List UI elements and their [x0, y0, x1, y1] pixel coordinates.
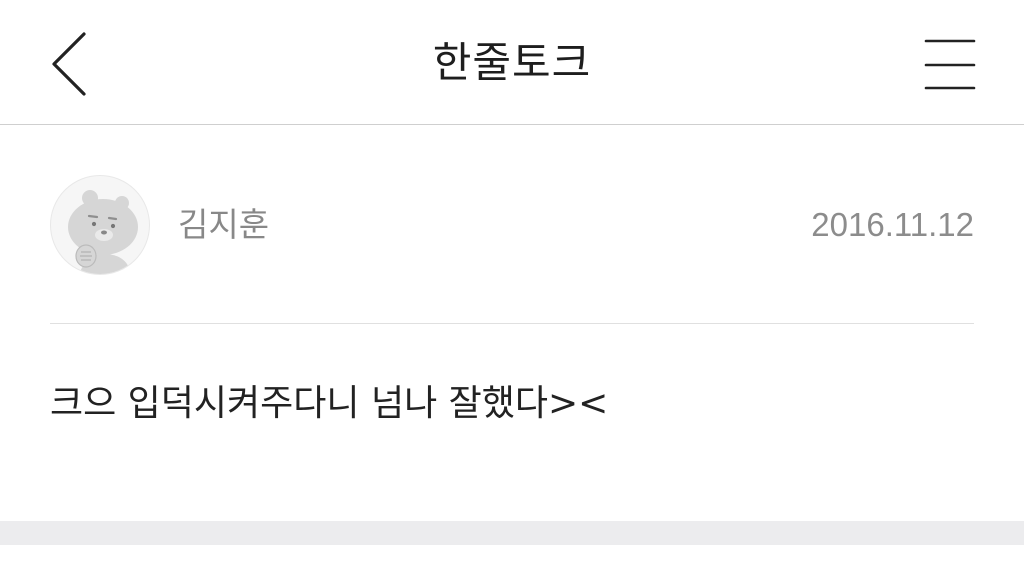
section-separator [0, 521, 1024, 545]
post-meta: 김지훈 2016.11.12 [50, 175, 974, 275]
divider [50, 323, 974, 324]
post-date: 2016.11.12 [811, 206, 974, 243]
bear-character-avatar-icon [68, 190, 138, 274]
avatar[interactable] [50, 175, 150, 275]
hamburger-menu-icon [924, 39, 976, 90]
page-title: 한줄토크 [432, 38, 592, 87]
top-navigation-bar: 한줄토크 [0, 0, 1024, 125]
author-name: 김지훈 [178, 205, 270, 244]
menu-button[interactable] [916, 32, 986, 98]
comment-text: 크으 입덕시켜주다니 넘나 잘했다>< [50, 383, 609, 424]
